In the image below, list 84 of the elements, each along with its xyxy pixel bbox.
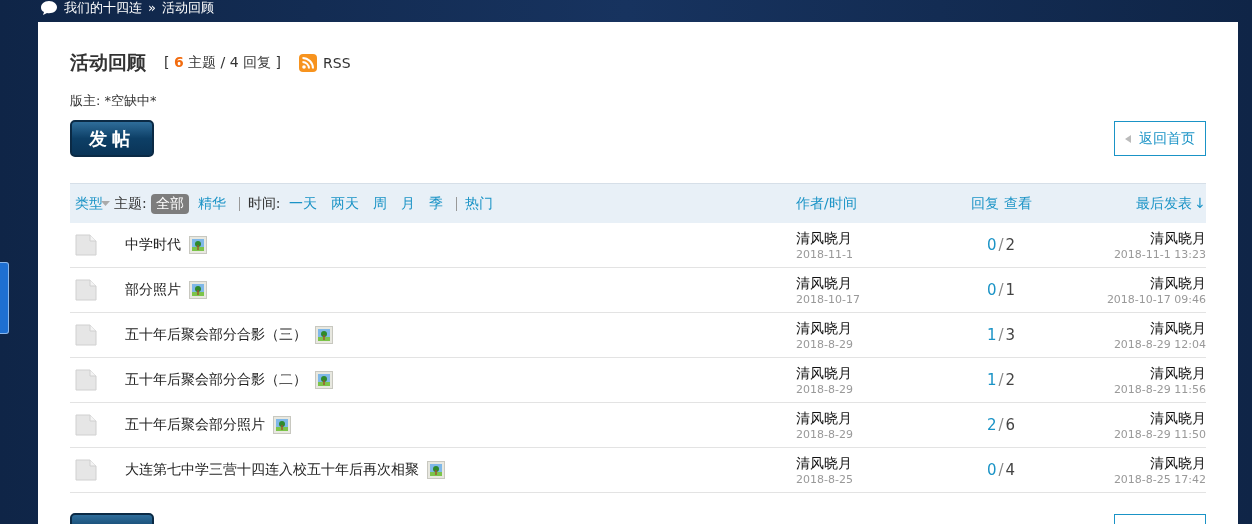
replies-header[interactable]: 回复: [970, 194, 999, 213]
reply-count[interactable]: 0: [986, 281, 997, 299]
thread-title[interactable]: 五十年后聚会部分合影（三）: [125, 326, 307, 344]
sort-arrow[interactable]: ↓: [1194, 194, 1206, 213]
last-poster-name[interactable]: 清风晓月: [1150, 364, 1206, 383]
last-post-time[interactable]: 2018-8-25 17:42: [1113, 472, 1206, 486]
forum-title: 活动回顾: [70, 50, 146, 75]
time-filter[interactable]: 一天: [284, 193, 323, 214]
time-label: 时间:: [247, 194, 281, 213]
time-filter[interactable]: 季: [424, 193, 449, 214]
last-poster-name[interactable]: 清风晓月: [1150, 454, 1206, 473]
hot-filter[interactable]: 热门: [465, 194, 494, 213]
triangle-left-icon: [1125, 134, 1131, 143]
count-separator: /: [998, 416, 1004, 434]
last-poster-name[interactable]: 清风晓月: [1150, 274, 1206, 293]
last-poster-name[interactable]: 清风晓月: [1150, 319, 1206, 338]
last-post-time[interactable]: 2018-8-29 12:04: [1113, 337, 1206, 351]
reply-count[interactable]: 1: [986, 326, 997, 344]
count-separator: /: [998, 281, 1004, 299]
reply-count[interactable]: 1: [986, 371, 997, 389]
reply-count[interactable]: 0: [986, 236, 997, 254]
thread-title[interactable]: 大连第七中学三营十四连入校五十年后再次相聚: [125, 461, 419, 479]
document-icon: [75, 414, 97, 436]
author-name[interactable]: 清风晓月: [796, 364, 852, 383]
last-post-header[interactable]: 最后发表: [1136, 194, 1193, 213]
count-separator: /: [998, 461, 1004, 479]
view-count: 6: [1005, 416, 1016, 434]
side-tab[interactable]: [0, 262, 9, 334]
thread-title[interactable]: 五十年后聚会部分合影（二）: [125, 371, 307, 389]
rss-icon: [299, 54, 317, 72]
reply-count[interactable]: 0: [986, 461, 997, 479]
count-separator: /: [998, 236, 1004, 254]
author-name[interactable]: 清风晓月: [796, 409, 852, 428]
document-icon: [75, 324, 97, 346]
reply-count[interactable]: 2: [986, 416, 997, 434]
post-date: 2018-8-25: [796, 472, 853, 486]
author-name[interactable]: 清风晓月: [796, 454, 852, 473]
document-icon: [75, 459, 97, 481]
count-separator: /: [998, 371, 1004, 389]
author-name[interactable]: 清风晓月: [796, 274, 852, 293]
post-date: 2018-8-29: [796, 337, 853, 351]
post-date: 2018-10-17: [796, 292, 860, 306]
document-icon: [75, 279, 97, 301]
moderator-text: 版主: *空缺中*: [70, 92, 158, 110]
breadcrumb-separator: »: [148, 0, 156, 16]
view-count: 2: [1005, 236, 1016, 254]
topic-filter[interactable]: 精华: [192, 193, 231, 214]
last-poster-name[interactable]: 清风晓月: [1150, 229, 1206, 248]
time-filter[interactable]: 周: [368, 193, 393, 214]
rss-link[interactable]: RSS: [299, 54, 351, 72]
view-count: 1: [1005, 281, 1016, 299]
breadcrumb-link[interactable]: 我们的十四连: [64, 0, 142, 16]
last-post-time[interactable]: 2018-8-29 11:50: [1113, 427, 1206, 441]
document-icon: [75, 234, 97, 256]
last-post-time[interactable]: 2018-11-1 13:23: [1113, 247, 1206, 261]
last-post-time[interactable]: 2018-10-17 09:46: [1106, 292, 1206, 306]
last-post-time[interactable]: 2018-8-29 11:56: [1113, 382, 1206, 396]
speech-bubble-icon: [40, 0, 58, 16]
view-count: 3: [1005, 326, 1016, 344]
thread-title[interactable]: 部分照片: [125, 281, 181, 299]
author-time-header[interactable]: 作者/时间: [796, 194, 946, 213]
back-home-link[interactable]: 返回首页: [1114, 121, 1206, 156]
post-date: 2018-8-29: [796, 427, 853, 441]
caret-icon: [101, 201, 110, 206]
post-date: 2018-8-29: [796, 382, 853, 396]
breadcrumb-current: 活动回顾: [161, 0, 214, 16]
topic-label: 主题:: [114, 194, 147, 213]
author-name[interactable]: 清风晓月: [796, 229, 852, 248]
views-header[interactable]: 查看: [1003, 194, 1032, 213]
time-filter[interactable]: 月: [396, 193, 421, 214]
time-filter[interactable]: 两天: [326, 193, 365, 214]
forum-stats: [ 6 主题 / 4 回复 ]: [164, 54, 281, 72]
author-name[interactable]: 清风晓月: [796, 319, 852, 338]
document-icon: [75, 369, 97, 391]
post-button[interactable]: 发帖: [70, 120, 154, 157]
type-filter[interactable]: 类型: [75, 194, 103, 213]
post-date: 2018-11-1: [796, 247, 853, 261]
last-poster-name[interactable]: 清风晓月: [1150, 409, 1206, 428]
thread-title[interactable]: 五十年后聚会部分照片: [125, 416, 265, 434]
topic-filter[interactable]: 全部: [150, 193, 189, 214]
view-count: 2: [1005, 371, 1016, 389]
count-separator: /: [998, 326, 1004, 344]
view-count: 4: [1005, 461, 1016, 479]
thread-title[interactable]: 中学时代: [125, 236, 181, 254]
